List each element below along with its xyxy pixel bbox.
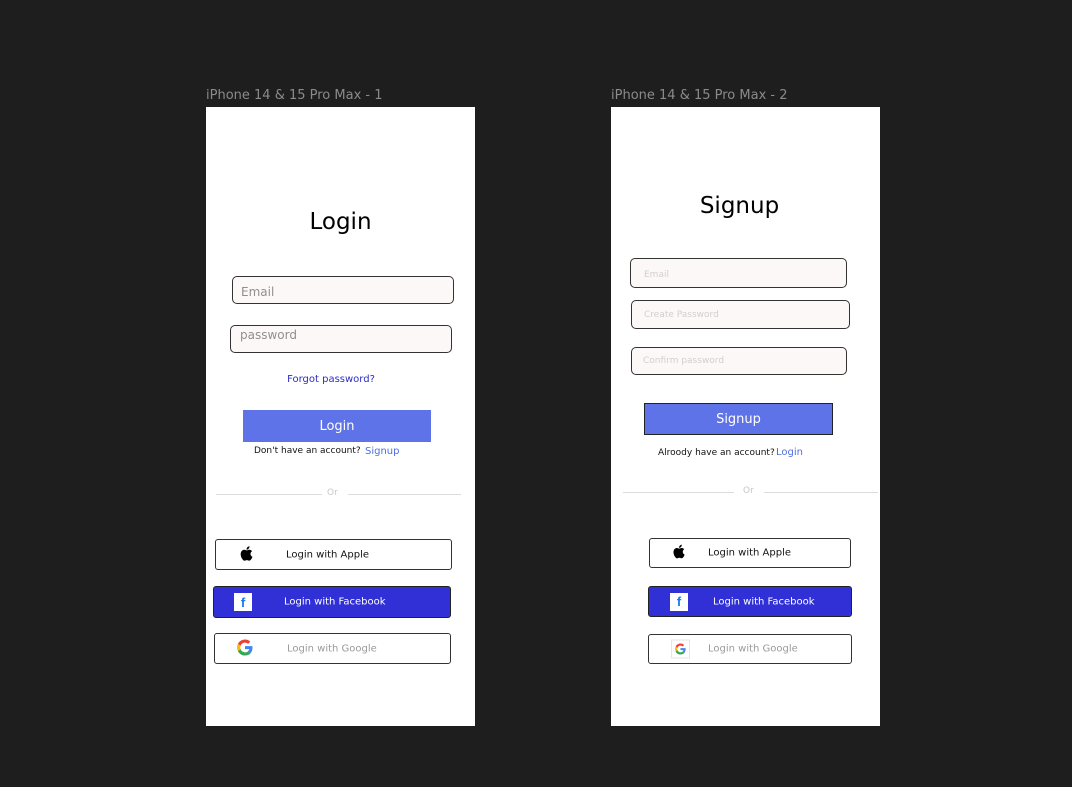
divider-line-right — [764, 492, 878, 493]
google-icon — [671, 639, 690, 659]
facebook-button-label: Login with Facebook — [284, 596, 386, 608]
google-button-label: Login with Google — [287, 643, 377, 654]
create-password-placeholder: Create Password — [644, 310, 719, 320]
signup-button[interactable]: Signup — [644, 403, 833, 435]
apple-button-label: Login with Apple — [286, 549, 370, 560]
password-field[interactable]: password — [230, 325, 452, 353]
login-with-facebook-button[interactable]: f Login with Facebook — [213, 586, 451, 618]
divider-line-right — [348, 494, 461, 495]
frame-label-signup: iPhone 14 & 15 Pro Max - 2 — [611, 88, 788, 103]
facebook-icon: f — [670, 592, 688, 611]
login-screen: Login Email password Forgot password? Lo… — [206, 107, 475, 726]
google-button-label: Login with Google — [708, 643, 798, 655]
login-button[interactable]: Login — [243, 410, 431, 442]
divider-line-left — [216, 494, 322, 495]
confirm-password-placeholder: Confirm password — [643, 356, 725, 366]
forgot-password-link[interactable]: Forgot password? — [206, 374, 456, 385]
email-field[interactable]: Email — [630, 258, 847, 288]
frame-label-login: iPhone 14 & 15 Pro Max - 1 — [206, 88, 383, 103]
divider-or: Or — [743, 486, 754, 496]
page-title: Signup — [699, 193, 780, 219]
account-prompt: Don't have an account? — [254, 446, 361, 456]
facebook-button-label: Login with Facebook — [713, 596, 815, 607]
facebook-icon: f — [234, 593, 252, 611]
create-password-field[interactable]: Create Password — [631, 300, 850, 329]
email-placeholder: Email — [644, 270, 669, 280]
login-with-google-button[interactable]: Login with Google — [648, 634, 852, 664]
google-icon — [237, 639, 253, 658]
login-link[interactable]: Login — [776, 447, 803, 458]
divider-or: Or — [327, 488, 338, 498]
confirm-password-field[interactable]: Confirm password — [631, 347, 847, 375]
password-placeholder: password — [240, 328, 297, 342]
login-with-apple-button[interactable]: Login with Apple — [649, 538, 851, 568]
login-with-apple-button[interactable]: Login with Apple — [215, 539, 452, 570]
account-prompt: Alroody have an account? — [658, 448, 775, 458]
email-placeholder: Email — [241, 285, 275, 299]
apple-button-label: Login with Apple — [708, 547, 792, 559]
divider-line-left — [623, 492, 734, 493]
login-with-google-button[interactable]: Login with Google — [214, 633, 451, 664]
signup-link[interactable]: Signup — [365, 446, 400, 457]
page-title: Login — [309, 209, 372, 235]
login-with-facebook-button[interactable]: f Login with Facebook — [648, 586, 852, 617]
email-field[interactable]: Email — [232, 276, 454, 304]
signup-screen: Signup Email Create Password Confirm pas… — [611, 107, 880, 726]
apple-icon — [670, 542, 688, 564]
apple-icon — [237, 543, 256, 566]
